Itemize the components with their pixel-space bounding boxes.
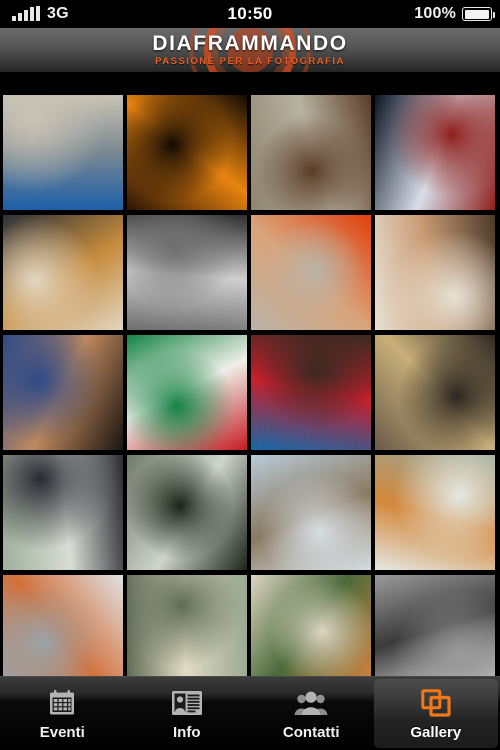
- app-header: DIAFRAMMANDO PASSIONE PER LA FOTOGRAFIA: [0, 28, 500, 72]
- signal-bars-icon: [8, 6, 40, 21]
- tab-eventi[interactable]: Eventi: [0, 677, 125, 750]
- thumbnail-image: [3, 95, 123, 210]
- clock-label: 10:50: [227, 4, 273, 23]
- thumbnail-image: [375, 215, 495, 330]
- thumbnail-image: [375, 335, 495, 450]
- calendar-icon: [47, 686, 77, 719]
- photos-stack-icon: [421, 686, 451, 719]
- gallery-thumbnail[interactable]: [127, 575, 247, 676]
- gallery-thumbnail[interactable]: [3, 575, 123, 676]
- tab-label: Info: [173, 724, 201, 741]
- thumbnail-image: [251, 215, 371, 330]
- gallery-thumbnail[interactable]: [375, 215, 495, 330]
- contact-card-icon: [171, 686, 203, 719]
- thumbnail-image: [3, 215, 123, 330]
- gallery-scroll-area[interactable]: [0, 72, 500, 676]
- gallery-thumbnail[interactable]: [375, 335, 495, 450]
- tab-label: Gallery: [410, 724, 462, 741]
- gallery-thumbnail[interactable]: [3, 335, 123, 450]
- status-bar-left: 3G: [8, 5, 228, 23]
- thumbnail-image: [127, 455, 247, 570]
- thumbnail-image: [375, 95, 495, 210]
- gallery-thumbnail[interactable]: [251, 95, 371, 210]
- brand-tagline: PASSIONE PER LA FOTOGRAFIA: [155, 56, 345, 68]
- gallery-thumbnail[interactable]: [251, 455, 371, 570]
- status-bar-center: 10:50: [228, 4, 273, 24]
- battery-full-icon: [462, 7, 496, 21]
- page-title: DIAFRAMMANDO: [152, 32, 348, 56]
- thumbnail-image: [251, 335, 371, 450]
- thumbnail-image: [127, 215, 247, 330]
- tab-gallery[interactable]: Gallery: [373, 679, 498, 748]
- gallery-thumbnail[interactable]: [375, 95, 495, 210]
- status-bar: 3G 10:50 100%: [0, 0, 500, 28]
- gallery-thumbnail[interactable]: [375, 575, 495, 676]
- gallery-thumbnail[interactable]: [127, 95, 247, 210]
- thumbnail-image: [251, 455, 371, 570]
- photo-grid: [3, 95, 497, 676]
- tab-bar: Eventi Info Contatti Gallery: [0, 676, 500, 750]
- thumbnail-image: [127, 335, 247, 450]
- gallery-thumbnail[interactable]: [3, 95, 123, 210]
- thumbnail-image: [127, 575, 247, 676]
- status-bar-right: 100%: [273, 5, 496, 23]
- gallery-thumbnail[interactable]: [127, 215, 247, 330]
- gallery-thumbnail[interactable]: [3, 455, 123, 570]
- tab-info[interactable]: Info: [125, 677, 250, 750]
- thumbnail-image: [251, 95, 371, 210]
- tab-label: Eventi: [39, 724, 85, 741]
- gallery-thumbnail[interactable]: [251, 335, 371, 450]
- gallery-thumbnail[interactable]: [127, 335, 247, 450]
- gallery-thumbnail[interactable]: [127, 455, 247, 570]
- tab-contatti[interactable]: Contatti: [249, 677, 374, 750]
- thumbnail-image: [3, 455, 123, 570]
- brand-logo: DIAFRAMMANDO PASSIONE PER LA FOTOGRAFIA: [152, 33, 347, 67]
- thumbnail-image: [127, 95, 247, 210]
- thumbnail-image: [3, 575, 123, 676]
- gallery-thumbnail[interactable]: [251, 215, 371, 330]
- gallery-thumbnail[interactable]: [375, 455, 495, 570]
- people-icon: [294, 686, 328, 719]
- carrier-network-label: 3G: [47, 5, 69, 22]
- battery-percent-label: 100%: [414, 5, 457, 22]
- gallery-thumbnail[interactable]: [251, 575, 371, 676]
- thumbnail-image: [375, 575, 495, 676]
- thumbnail-image: [375, 455, 495, 570]
- tab-label: Contatti: [282, 724, 340, 741]
- gallery-thumbnail[interactable]: [3, 215, 123, 330]
- thumbnail-image: [3, 335, 123, 450]
- thumbnail-image: [251, 575, 371, 676]
